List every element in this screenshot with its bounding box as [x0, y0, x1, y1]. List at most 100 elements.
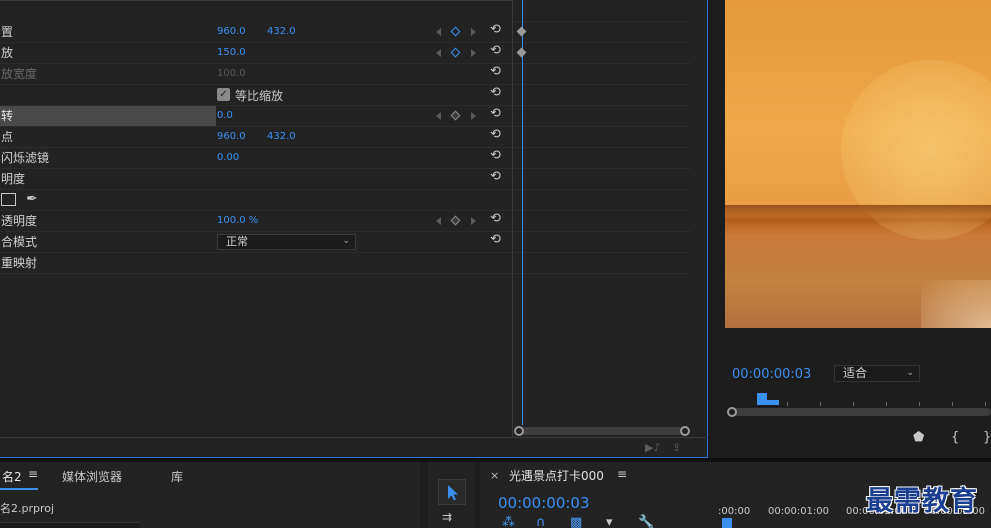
next-keyframe-icon[interactable] [471, 112, 476, 120]
linked-selection-icon[interactable]: ▩ [570, 515, 582, 528]
position-y-value[interactable]: 432.0 [267, 26, 296, 37]
timeline-row-line [513, 147, 691, 148]
opacity-keyframe-nav[interactable] [436, 215, 480, 228]
scroll-handle-left[interactable] [514, 426, 524, 436]
reset-icon[interactable]: ⟲ [490, 86, 504, 100]
next-keyframe-icon[interactable] [471, 28, 476, 36]
add-keyframe-icon[interactable] [450, 47, 461, 58]
anti-flicker-value[interactable]: 0.00 [217, 152, 239, 163]
reset-icon[interactable]: ⟲ [490, 149, 504, 163]
panel-menu-icon[interactable]: ≡ [28, 467, 38, 481]
time-remap-label: 重映射 [1, 256, 38, 270]
opacity-label: 透明度 [1, 214, 38, 228]
scale-keyframe-nav[interactable] [436, 47, 480, 60]
prev-keyframe-icon[interactable] [436, 28, 441, 36]
export-icon[interactable]: ⇪ [672, 441, 681, 454]
mark-in-icon[interactable]: { [951, 430, 959, 445]
blend-mode-value: 正常 [226, 235, 248, 248]
prev-keyframe-icon[interactable] [436, 49, 441, 57]
program-timecode[interactable]: 00:00:00:03 [732, 367, 811, 382]
selection-tool-button[interactable] [438, 479, 466, 505]
scale-value[interactable]: 150.0 [217, 47, 246, 58]
reset-icon[interactable]: ⟲ [490, 170, 504, 184]
reset-icon[interactable]: ⟲ [490, 107, 504, 121]
sequence-timecode[interactable]: 00:00:00:03 [498, 494, 590, 512]
footer-divider [0, 437, 708, 438]
opacity-value[interactable]: 100.0 % [217, 215, 258, 226]
position-keyframe-nav[interactable] [436, 26, 480, 39]
pen-mask-icon[interactable]: ✒ [26, 191, 38, 207]
sequence-playhead[interactable] [722, 518, 732, 528]
reset-icon[interactable]: ⟲ [490, 23, 504, 37]
chevron-down-icon: ⌄ [342, 236, 350, 246]
mark-out-icon[interactable]: } [983, 430, 991, 445]
program-video-frame [725, 0, 991, 328]
ruler-tick [952, 402, 953, 406]
snap-icon[interactable]: ∩ [536, 515, 546, 528]
anti-flicker-label: 闪烁滤镜 [1, 151, 50, 165]
marker-icon[interactable]: ▾ [606, 515, 613, 528]
fit-select[interactable]: 适合 ⌄ [834, 365, 920, 382]
add-marker-icon[interactable]: ⬟ [913, 430, 924, 445]
effect-timeline-scrollbar[interactable] [514, 426, 690, 436]
opacity-section-label: 明度 [1, 172, 26, 186]
tab-media-browser[interactable]: 媒体浏览器 [62, 468, 122, 485]
position-x-value[interactable]: 960.0 [217, 26, 246, 37]
project-search-input[interactable] [0, 522, 140, 528]
program-zoom-scrollbar[interactable] [727, 407, 991, 417]
ruler-tick [919, 402, 920, 406]
reset-icon[interactable]: ⟲ [490, 44, 504, 58]
add-keyframe-icon[interactable] [450, 215, 461, 226]
close-icon[interactable]: × [490, 469, 499, 482]
project-panel: 名2 ≡ 媒体浏览器 库 名2.prproj [0, 462, 420, 528]
reset-icon[interactable]: ⟲ [490, 233, 504, 247]
scale-keyframe[interactable] [516, 47, 527, 58]
reset-icon[interactable]: ⟲ [490, 65, 504, 79]
add-keyframe-icon[interactable] [450, 110, 461, 121]
ruler-tick [853, 402, 854, 406]
prev-keyframe-icon[interactable] [436, 217, 441, 225]
add-keyframe-icon[interactable] [450, 26, 461, 37]
tab-libraries[interactable]: 库 [171, 468, 183, 485]
program-playhead[interactable] [757, 393, 779, 407]
track-select-icon[interactable]: ⇉ [442, 510, 452, 524]
effect-playhead[interactable] [522, 0, 523, 425]
rectangle-mask-icon[interactable] [1, 193, 16, 206]
blend-mode-select[interactable]: 正常 ⌄ [217, 234, 356, 250]
prev-keyframe-icon[interactable] [436, 112, 441, 120]
horizon [725, 205, 991, 225]
position-row: 置 960.0 432.0 ⟲ [0, 22, 512, 43]
rotation-keyframe-nav[interactable] [436, 110, 480, 123]
next-keyframe-icon[interactable] [471, 49, 476, 57]
opacity-header-row: 明度 ⟲ [0, 169, 512, 190]
wave-foam [921, 280, 991, 328]
reset-icon[interactable]: ⟲ [490, 212, 504, 226]
scale-row: 放 150.0 ⟲ [0, 43, 512, 64]
anchor-x-value[interactable]: 960.0 [217, 131, 246, 142]
active-tab-underline [0, 488, 38, 490]
anchor-point-row: 点 960.0 432.0 ⟲ [0, 127, 512, 148]
position-keyframe[interactable] [516, 26, 527, 37]
rotation-value[interactable]: 0.0 [217, 110, 233, 121]
uniform-scale-checkbox[interactable]: ✓ [217, 88, 230, 101]
play-audio-icon[interactable]: ▶♪ [645, 441, 660, 454]
rotation-row[interactable]: 转 0.0 ⟲ [0, 106, 512, 127]
tab-project[interactable]: 名2 [2, 468, 22, 485]
timeline-row-line [513, 84, 691, 85]
timeline-row-line [513, 21, 691, 22]
scroll-handle[interactable] [727, 407, 737, 417]
timeline-row-line [513, 126, 691, 127]
ruler-tick [820, 402, 821, 406]
nest-icon[interactable]: ⁂ [502, 515, 515, 528]
blend-mode-row: 合模式 正常 ⌄ ⟲ [0, 232, 512, 253]
anchor-y-value[interactable]: 432.0 [267, 131, 296, 142]
next-keyframe-icon[interactable] [471, 217, 476, 225]
top-divider [0, 0, 512, 1]
panel-menu-icon[interactable]: ≡ [617, 467, 627, 481]
wrench-icon[interactable]: 🔧 [638, 515, 654, 528]
reset-icon[interactable]: ⟲ [490, 128, 504, 142]
sequence-title[interactable]: 光遇景点打卡000 [509, 467, 604, 484]
scale-width-value: 100.0 [217, 68, 246, 79]
timeline-row-line [513, 273, 691, 274]
scroll-handle-right[interactable] [680, 426, 690, 436]
